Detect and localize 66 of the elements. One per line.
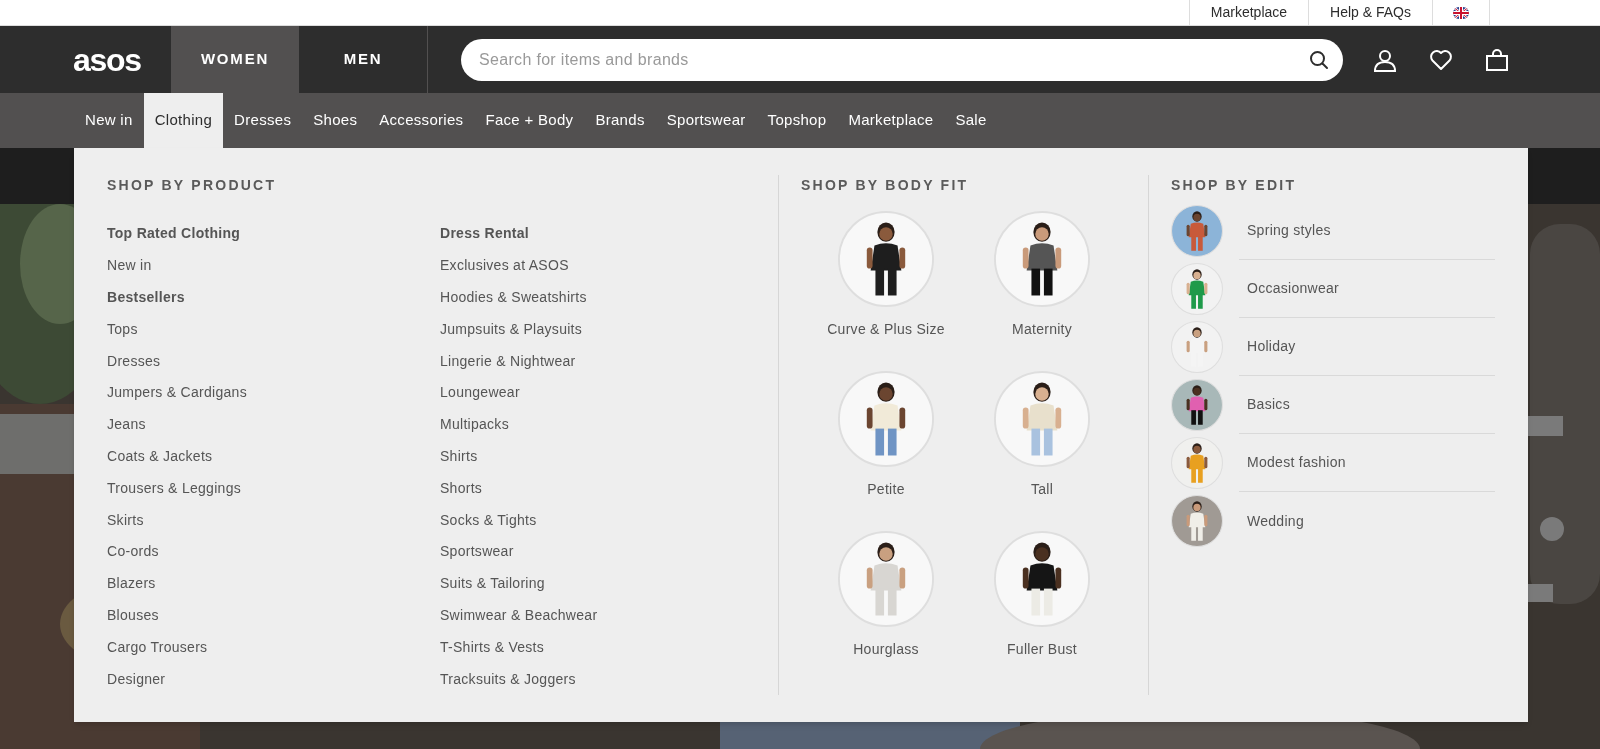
- menu-link[interactable]: Swimwear & Beachwear: [440, 604, 598, 626]
- menu-link[interactable]: Coats & Jackets: [107, 445, 213, 467]
- edit-link[interactable]: Basics: [1247, 394, 1290, 415]
- search-icon[interactable]: [1309, 49, 1329, 70]
- section-heading: SHOP BY PRODUCT: [107, 178, 278, 192]
- nav-tab[interactable]: New in: [74, 93, 144, 148]
- nav-tab[interactable]: Sportswear: [655, 93, 757, 148]
- edit-link[interactable]: Wedding: [1247, 510, 1304, 532]
- menu-link[interactable]: Multipacks: [440, 414, 509, 436]
- menu-link[interactable]: Co-ords: [107, 541, 159, 563]
- menu-link[interactable]: Jumpers & Cardigans: [107, 382, 247, 404]
- menu-link[interactable]: Suits & Tailoring: [440, 573, 545, 595]
- nav-tab[interactable]: Accessories: [368, 93, 475, 148]
- nav-tab[interactable]: Shoes: [302, 93, 369, 148]
- edit-link[interactable]: Holiday: [1247, 336, 1296, 357]
- menu-link[interactable]: Loungewear: [440, 382, 520, 404]
- menu-link[interactable]: Hoodies & Sweatshirts: [440, 287, 587, 308]
- body-fit-link[interactable]: Hourglass: [853, 639, 919, 660]
- uk-flag-icon[interactable]: [1453, 6, 1469, 19]
- menu-link[interactable]: Socks & Tights: [440, 509, 537, 531]
- nav-tab[interactable]: Sale: [944, 93, 998, 148]
- menu-link[interactable]: New in: [107, 255, 152, 277]
- body-fit-link[interactable]: Tall: [1030, 479, 1054, 500]
- nav-tab[interactable]: Clothing: [143, 93, 224, 148]
- section-heading: SHOP BY BODY FIT: [801, 178, 970, 192]
- menu-link[interactable]: Tops: [107, 318, 138, 340]
- menu-link[interactable]: Shirts: [440, 445, 478, 467]
- nav-tab[interactable]: Face + Body: [474, 93, 585, 148]
- utility-link[interactable]: Help & FAQs: [1308, 0, 1432, 25]
- nav-tab[interactable]: Dresses: [223, 93, 303, 148]
- asos-logo[interactable]: asos: [73, 43, 141, 76]
- menu-link[interactable]: Exclusives at ASOS: [440, 255, 569, 277]
- menu-link[interactable]: Skirts: [107, 509, 144, 531]
- section-heading: SHOP BY EDIT: [1171, 178, 1298, 192]
- menu-link[interactable]: Jumpsuits & Playsuits: [440, 318, 583, 340]
- nav-tab[interactable]: Topshop: [756, 93, 838, 148]
- menu-link[interactable]: Tracksuits & Joggers: [440, 668, 576, 690]
- menu-link[interactable]: Blouses: [107, 604, 159, 626]
- nav-tab[interactable]: Brands: [584, 93, 656, 148]
- account-icon[interactable]: [1373, 47, 1397, 72]
- menu-link[interactable]: Designer: [107, 668, 166, 690]
- menu-link[interactable]: T-Shirts & Vests: [440, 636, 545, 658]
- menu-link[interactable]: Jeans: [107, 414, 146, 436]
- menu-link[interactable]: Sportswear: [440, 541, 514, 563]
- bag-icon[interactable]: [1485, 47, 1509, 72]
- menu-link[interactable]: Dress Rental: [440, 223, 529, 245]
- edit-link[interactable]: Spring styles: [1247, 220, 1331, 241]
- gender-tab[interactable]: WOMEN: [171, 26, 299, 93]
- nav-tab[interactable]: Marketplace: [837, 93, 945, 148]
- body-fit-link[interactable]: Fuller Bust: [1007, 639, 1077, 660]
- menu-link[interactable]: Trousers & Leggings: [107, 477, 241, 499]
- menu-link[interactable]: Cargo Trousers: [107, 636, 208, 658]
- utility-link[interactable]: Marketplace: [1188, 0, 1309, 25]
- edit-link[interactable]: Modest fashion: [1247, 452, 1346, 473]
- body-fit-link[interactable]: Curve & Plus Size: [827, 319, 945, 340]
- menu-link[interactable]: Bestsellers: [107, 287, 185, 308]
- menu-link[interactable]: Blazers: [107, 573, 156, 595]
- body-fit-link[interactable]: Petite: [867, 479, 905, 500]
- edit-link[interactable]: Occasionwear: [1247, 278, 1340, 299]
- body-fit-link[interactable]: Maternity: [1011, 319, 1073, 340]
- search-field[interactable]: Search for items and brands: [461, 38, 1343, 81]
- menu-link[interactable]: Lingerie & Nightwear: [440, 350, 576, 372]
- menu-link[interactable]: Shorts: [440, 477, 483, 499]
- menu-link[interactable]: Top Rated Clothing: [107, 223, 241, 245]
- menu-link[interactable]: Dresses: [107, 350, 161, 372]
- heart-icon[interactable]: [1429, 47, 1453, 72]
